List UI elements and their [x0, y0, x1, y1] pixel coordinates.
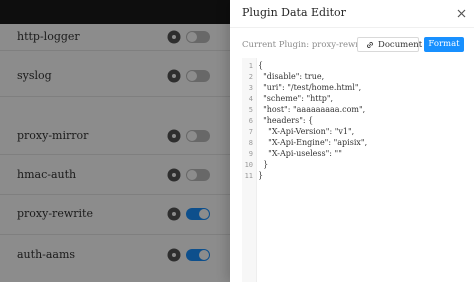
line-number: 2 [248, 73, 253, 81]
code-line: } [258, 160, 269, 169]
line-number: 3 [248, 84, 253, 92]
code-editor[interactable]: 1 2 3 4 5 6 7 8 9 10 11 { "disable": tru… [242, 58, 464, 282]
close-icon[interactable] [457, 9, 466, 18]
line-number: 10 [244, 161, 253, 169]
code-line: { [258, 61, 264, 70]
code-line: "disable": true, [258, 72, 325, 81]
format-button[interactable]: Format [424, 37, 464, 52]
document-button-label: Document [378, 40, 423, 50]
link-icon [367, 42, 373, 48]
line-number: 6 [248, 117, 253, 125]
code-line: "host": "aaaaaaaaa.com", [258, 105, 366, 114]
code-line: } [258, 171, 264, 180]
line-number: 4 [248, 95, 253, 103]
plugin-data-editor-drawer: Plugin Data Editor Current Plugin: proxy… [230, 0, 474, 282]
line-number: 1 [248, 62, 253, 70]
drawer-title: Plugin Data Editor [242, 6, 346, 19]
code-line: "X-Api-Version": "v1", [258, 127, 355, 136]
line-number: 11 [244, 172, 253, 180]
code-line: "X-Api-useless": "" [258, 149, 342, 158]
current-plugin-label: Current Plugin: proxy-rewrite [242, 40, 371, 50]
line-number-gutter: 1 2 3 4 5 6 7 8 9 10 11 [242, 58, 257, 282]
line-number: 9 [248, 150, 253, 158]
code-line: "headers": { [258, 116, 314, 125]
document-button[interactable]: Document [357, 37, 423, 52]
line-number: 8 [248, 139, 253, 147]
line-number: 7 [248, 128, 253, 136]
drawer-mask[interactable] [0, 0, 230, 282]
code-line: "X-Api-Engine": "apisix", [258, 138, 368, 147]
line-number: 5 [248, 106, 253, 114]
code-line: "scheme": "http", [258, 94, 334, 103]
code-line: "uri": "/test/home.html", [258, 83, 362, 92]
drawer-header: Plugin Data Editor [230, 0, 474, 28]
